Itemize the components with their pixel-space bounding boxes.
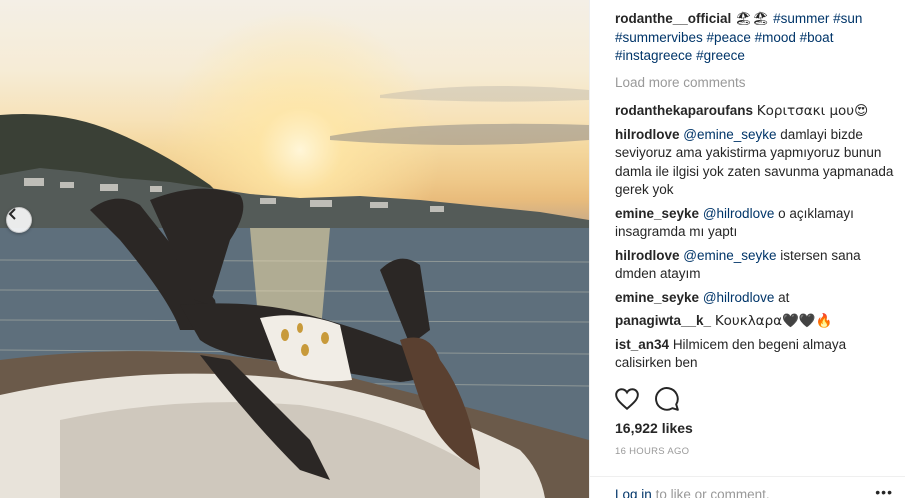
- hashtag-link[interactable]: #summer: [773, 11, 829, 26]
- comment-username[interactable]: hilrodlove: [615, 248, 680, 263]
- comment-mention[interactable]: @emine_seyke: [683, 127, 776, 142]
- login-prompt-text: to like or comment.: [655, 487, 770, 498]
- comment-username[interactable]: emine_seyke: [615, 290, 699, 305]
- comment: rodanthekaparoufans Κοριτσακι μου😍: [615, 102, 895, 121]
- post-timestamp[interactable]: 16 HOURS AGO: [615, 446, 689, 457]
- post-details-panel: rodanthe__official 🏖🏖 #summer #sun #summ…: [589, 0, 905, 498]
- chevron-left-icon: [8, 208, 16, 220]
- more-options-button[interactable]: •••: [875, 484, 893, 498]
- login-prompt: Log in to like or comment.: [590, 476, 905, 498]
- comment-username[interactable]: ist_an34: [615, 337, 669, 352]
- caption-emoji: 🏖🏖: [735, 11, 770, 27]
- hashtag-link[interactable]: #mood: [755, 30, 796, 45]
- post-actions: [614, 386, 680, 412]
- caption: rodanthe__official 🏖🏖 #summer #sun #summ…: [615, 10, 895, 66]
- comment-text: at: [778, 289, 790, 305]
- comments-section: rodanthe__official 🏖🏖 #summer #sun #summ…: [615, 10, 895, 378]
- comment: emine_seyke @hilrodlove o açıklamayı ins…: [615, 205, 895, 242]
- comment-mention[interactable]: @hilrodlove: [703, 206, 775, 221]
- hashtag-link[interactable]: #summervibes: [615, 30, 703, 45]
- comment-mention[interactable]: @hilrodlove: [703, 290, 775, 305]
- comment-mention[interactable]: @emine_seyke: [683, 248, 776, 263]
- comment: emine_seyke @hilrodlove at: [615, 289, 895, 308]
- hashtag-link[interactable]: #greece: [696, 48, 745, 63]
- hashtag-link[interactable]: #sun: [833, 11, 862, 26]
- comment: hilrodlove @emine_seyke istersen sana dm…: [615, 247, 895, 284]
- carousel-previous-button[interactable]: [6, 207, 32, 233]
- comment-username[interactable]: rodanthekaparoufans: [615, 103, 753, 118]
- comment-username[interactable]: panagiwta__k_: [615, 313, 711, 328]
- photo-illustration: [0, 10, 589, 498]
- comment: panagiwta__k_ Κουκλαρα🖤🖤🔥: [615, 312, 895, 331]
- login-link[interactable]: Log in: [615, 487, 652, 498]
- comment-text: Κοριτσακι μου😍: [756, 103, 869, 119]
- post-photo[interactable]: [0, 0, 589, 498]
- likes-count[interactable]: 16,922 likes: [615, 420, 693, 436]
- heart-icon: [615, 388, 639, 411]
- hashtag-link[interactable]: #boat: [800, 30, 834, 45]
- load-more-comments-button[interactable]: Load more comments: [615, 74, 895, 93]
- comment-text: Κουκλαρα🖤🖤🔥: [714, 313, 833, 329]
- hashtag-link[interactable]: #peace: [707, 30, 751, 45]
- comment-icon: [655, 387, 679, 411]
- comment: hilrodlove @emine_seyke damlayi bizde se…: [615, 126, 895, 200]
- hashtag-link[interactable]: #instagreece: [615, 48, 692, 63]
- comment: ist_an34 Hilmicem den begeni almaya cali…: [615, 336, 895, 373]
- like-button[interactable]: [614, 386, 640, 412]
- caption-username[interactable]: rodanthe__official: [615, 11, 731, 26]
- comment-button[interactable]: [654, 386, 680, 412]
- comment-username[interactable]: hilrodlove: [615, 127, 680, 142]
- comment-username[interactable]: emine_seyke: [615, 206, 699, 221]
